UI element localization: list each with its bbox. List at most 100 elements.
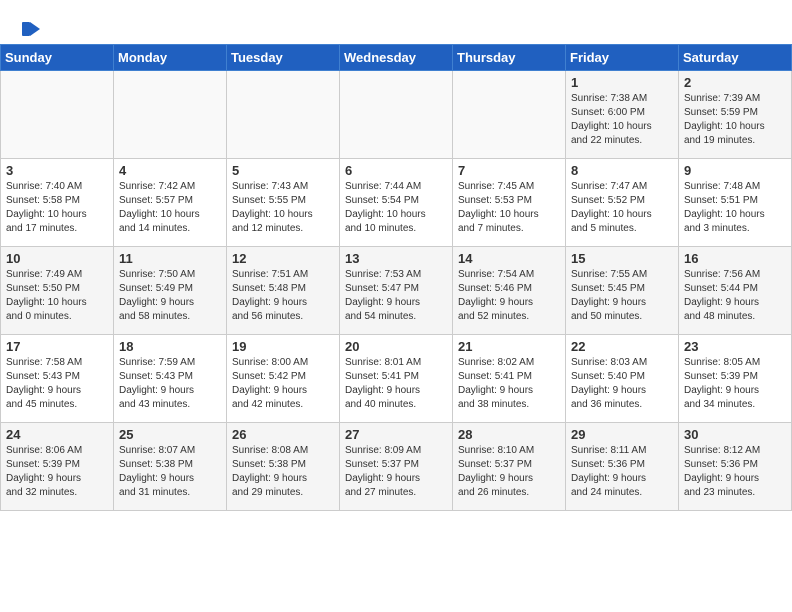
day-number: 30 bbox=[684, 427, 786, 442]
day-info: Sunrise: 8:08 AM Sunset: 5:38 PM Dayligh… bbox=[232, 444, 334, 500]
day-info: Sunrise: 7:44 AM Sunset: 5:54 PM Dayligh… bbox=[345, 180, 447, 236]
day-cell: 23Sunrise: 8:05 AM Sunset: 5:39 PM Dayli… bbox=[679, 335, 792, 423]
day-number: 23 bbox=[684, 339, 786, 354]
day-info: Sunrise: 7:49 AM Sunset: 5:50 PM Dayligh… bbox=[6, 268, 108, 324]
day-info: Sunrise: 8:02 AM Sunset: 5:41 PM Dayligh… bbox=[458, 356, 560, 412]
day-number: 13 bbox=[345, 251, 447, 266]
day-cell bbox=[340, 71, 453, 159]
header-day-sunday: Sunday bbox=[1, 45, 114, 71]
header-day-monday: Monday bbox=[114, 45, 227, 71]
logo bbox=[20, 18, 44, 36]
day-info: Sunrise: 7:43 AM Sunset: 5:55 PM Dayligh… bbox=[232, 180, 334, 236]
week-row-4: 17 Sunrise: 7:58 AM Sunset: 5:43 PM Dayli… bbox=[1, 335, 792, 423]
day-cell: 25 Sunrise: 8:07 AM Sunset: 5:38 PM Dayli… bbox=[114, 423, 227, 511]
day-cell: 8Sunrise: 7:47 AM Sunset: 5:52 PM Daylig… bbox=[566, 159, 679, 247]
day-cell: 27 Sunrise: 8:09 AM Sunset: 5:37 PM Dayli… bbox=[340, 423, 453, 511]
day-number: 26 bbox=[232, 427, 334, 442]
day-number: 28 bbox=[458, 427, 560, 442]
week-row-1: 1 Sunrise: 7:38 AM Sunset: 6:00 PM Daylig… bbox=[1, 71, 792, 159]
logo-icon bbox=[22, 18, 44, 40]
week-row-3: 10 Sunrise: 7:49 AM Sunset: 5:50 PM Dayli… bbox=[1, 247, 792, 335]
day-cell: 21 Sunrise: 8:02 AM Sunset: 5:41 PM Dayli… bbox=[453, 335, 566, 423]
day-info: Sunrise: 7:48 AM Sunset: 5:51 PM Dayligh… bbox=[684, 180, 786, 236]
day-cell: 20 Sunrise: 8:01 AM Sunset: 5:41 PM Dayli… bbox=[340, 335, 453, 423]
day-cell bbox=[114, 71, 227, 159]
day-cell: 13 Sunrise: 7:53 AM Sunset: 5:47 PM Dayli… bbox=[340, 247, 453, 335]
day-cell: 4Sunrise: 7:42 AM Sunset: 5:57 PM Daylig… bbox=[114, 159, 227, 247]
week-row-5: 24 Sunrise: 8:06 AM Sunset: 5:39 PM Dayli… bbox=[1, 423, 792, 511]
day-number: 24 bbox=[6, 427, 108, 442]
day-cell: 7 Sunrise: 7:45 AM Sunset: 5:53 PM Daylig… bbox=[453, 159, 566, 247]
day-info: Sunrise: 8:03 AM Sunset: 5:40 PM Dayligh… bbox=[571, 356, 673, 412]
day-number: 10 bbox=[6, 251, 108, 266]
day-cell bbox=[453, 71, 566, 159]
day-info: Sunrise: 7:38 AM Sunset: 6:00 PM Dayligh… bbox=[571, 92, 673, 148]
day-info: Sunrise: 8:10 AM Sunset: 5:37 PM Dayligh… bbox=[458, 444, 560, 500]
day-cell: 18 Sunrise: 7:59 AM Sunset: 5:43 PM Dayli… bbox=[114, 335, 227, 423]
day-number: 27 bbox=[345, 427, 447, 442]
day-number: 3 bbox=[6, 163, 108, 178]
day-number: 5 bbox=[232, 163, 334, 178]
day-info: Sunrise: 7:59 AM Sunset: 5:43 PM Dayligh… bbox=[119, 356, 221, 412]
day-cell bbox=[1, 71, 114, 159]
day-cell: 19 Sunrise: 8:00 AM Sunset: 5:42 PM Dayli… bbox=[227, 335, 340, 423]
day-info: Sunrise: 8:12 AM Sunset: 5:36 PM Dayligh… bbox=[684, 444, 786, 500]
day-number: 7 bbox=[458, 163, 560, 178]
day-number: 17 bbox=[6, 339, 108, 354]
day-number: 20 bbox=[345, 339, 447, 354]
day-info: Sunrise: 8:01 AM Sunset: 5:41 PM Dayligh… bbox=[345, 356, 447, 412]
day-number: 14 bbox=[458, 251, 560, 266]
day-info: Sunrise: 8:07 AM Sunset: 5:38 PM Dayligh… bbox=[119, 444, 221, 500]
day-cell: 1 Sunrise: 7:38 AM Sunset: 6:00 PM Daylig… bbox=[566, 71, 679, 159]
day-cell: 5 Sunrise: 7:43 AM Sunset: 5:55 PM Daylig… bbox=[227, 159, 340, 247]
day-cell: 3Sunrise: 7:40 AM Sunset: 5:58 PM Daylig… bbox=[1, 159, 114, 247]
header bbox=[0, 0, 792, 44]
day-number: 2 bbox=[684, 75, 786, 90]
header-row: SundayMondayTuesdayWednesdayThursdayFrid… bbox=[1, 45, 792, 71]
day-info: Sunrise: 7:42 AM Sunset: 5:57 PM Dayligh… bbox=[119, 180, 221, 236]
day-cell: 12Sunrise: 7:51 AM Sunset: 5:48 PM Dayli… bbox=[227, 247, 340, 335]
day-cell: 29 Sunrise: 8:11 AM Sunset: 5:36 PM Dayli… bbox=[566, 423, 679, 511]
day-info: Sunrise: 8:06 AM Sunset: 5:39 PM Dayligh… bbox=[6, 444, 108, 500]
day-info: Sunrise: 7:54 AM Sunset: 5:46 PM Dayligh… bbox=[458, 268, 560, 324]
day-info: Sunrise: 7:47 AM Sunset: 5:52 PM Dayligh… bbox=[571, 180, 673, 236]
day-info: Sunrise: 7:39 AM Sunset: 5:59 PM Dayligh… bbox=[684, 92, 786, 148]
day-number: 9 bbox=[684, 163, 786, 178]
week-row-2: 3Sunrise: 7:40 AM Sunset: 5:58 PM Daylig… bbox=[1, 159, 792, 247]
day-number: 29 bbox=[571, 427, 673, 442]
day-info: Sunrise: 8:11 AM Sunset: 5:36 PM Dayligh… bbox=[571, 444, 673, 500]
day-number: 25 bbox=[119, 427, 221, 442]
page: SundayMondayTuesdayWednesdayThursdayFrid… bbox=[0, 0, 792, 511]
day-cell: 14 Sunrise: 7:54 AM Sunset: 5:46 PM Dayli… bbox=[453, 247, 566, 335]
header-day-saturday: Saturday bbox=[679, 45, 792, 71]
header-day-tuesday: Tuesday bbox=[227, 45, 340, 71]
day-info: Sunrise: 7:55 AM Sunset: 5:45 PM Dayligh… bbox=[571, 268, 673, 324]
day-number: 16 bbox=[684, 251, 786, 266]
day-number: 6 bbox=[345, 163, 447, 178]
day-number: 19 bbox=[232, 339, 334, 354]
day-number: 1 bbox=[571, 75, 673, 90]
day-number: 21 bbox=[458, 339, 560, 354]
day-cell: 24 Sunrise: 8:06 AM Sunset: 5:39 PM Dayli… bbox=[1, 423, 114, 511]
day-cell: 22 Sunrise: 8:03 AM Sunset: 5:40 PM Dayli… bbox=[566, 335, 679, 423]
day-info: Sunrise: 7:58 AM Sunset: 5:43 PM Dayligh… bbox=[6, 356, 108, 412]
day-cell: 10 Sunrise: 7:49 AM Sunset: 5:50 PM Dayli… bbox=[1, 247, 114, 335]
day-info: Sunrise: 8:09 AM Sunset: 5:37 PM Dayligh… bbox=[345, 444, 447, 500]
calendar-body: 1 Sunrise: 7:38 AM Sunset: 6:00 PM Daylig… bbox=[1, 71, 792, 511]
day-cell: 30 Sunrise: 8:12 AM Sunset: 5:36 PM Dayli… bbox=[679, 423, 792, 511]
day-info: Sunrise: 7:50 AM Sunset: 5:49 PM Dayligh… bbox=[119, 268, 221, 324]
day-cell: 16 Sunrise: 7:56 AM Sunset: 5:44 PM Dayli… bbox=[679, 247, 792, 335]
day-info: Sunrise: 7:56 AM Sunset: 5:44 PM Dayligh… bbox=[684, 268, 786, 324]
day-info: Sunrise: 7:45 AM Sunset: 5:53 PM Dayligh… bbox=[458, 180, 560, 236]
day-number: 12 bbox=[232, 251, 334, 266]
day-info: Sunrise: 7:53 AM Sunset: 5:47 PM Dayligh… bbox=[345, 268, 447, 324]
day-info: Sunrise: 8:00 AM Sunset: 5:42 PM Dayligh… bbox=[232, 356, 334, 412]
day-number: 22 bbox=[571, 339, 673, 354]
header-day-friday: Friday bbox=[566, 45, 679, 71]
day-number: 11 bbox=[119, 251, 221, 266]
day-cell: 15Sunrise: 7:55 AM Sunset: 5:45 PM Dayli… bbox=[566, 247, 679, 335]
day-cell: 6 Sunrise: 7:44 AM Sunset: 5:54 PM Daylig… bbox=[340, 159, 453, 247]
header-day-wednesday: Wednesday bbox=[340, 45, 453, 71]
day-number: 18 bbox=[119, 339, 221, 354]
day-cell: 9 Sunrise: 7:48 AM Sunset: 5:51 PM Daylig… bbox=[679, 159, 792, 247]
